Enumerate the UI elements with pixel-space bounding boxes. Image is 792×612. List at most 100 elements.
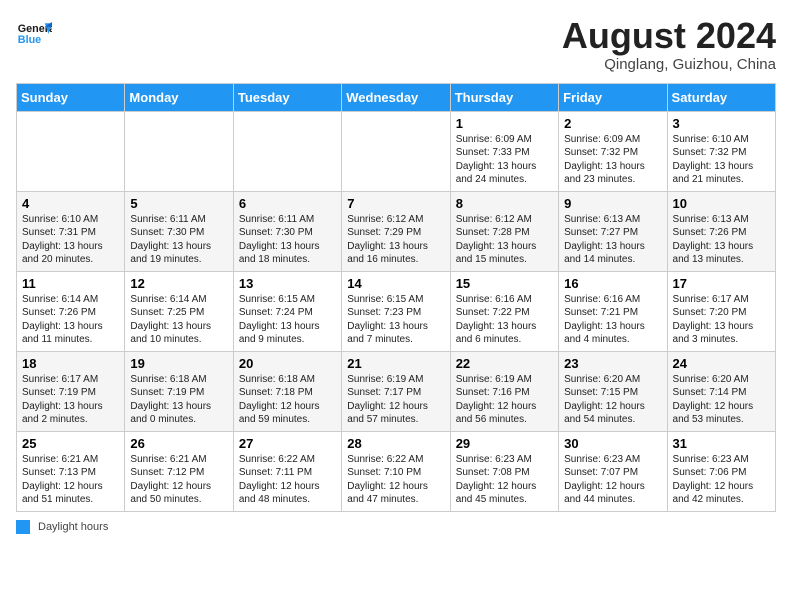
day-info: Sunrise: 6:10 AMSunset: 7:31 PMDaylight:… <box>22 213 119 267</box>
day-number: 26 <box>130 436 227 451</box>
logo-icon: General Blue <box>16 16 52 52</box>
svg-text:Blue: Blue <box>18 34 41 46</box>
day-info: Sunrise: 6:18 AMSunset: 7:19 PMDaylight:… <box>130 373 227 427</box>
day-number: 3 <box>673 116 770 131</box>
calendar-cell: 3 Sunrise: 6:10 AMSunset: 7:32 PMDaylight… <box>667 111 775 191</box>
calendar-cell: 19Sunrise: 6:18 AMSunset: 7:19 PMDayligh… <box>125 351 233 431</box>
calendar-cell: 23 Sunrise: 6:20 AMSunset: 7:15 PMDayligh… <box>559 351 667 431</box>
day-number: 20 <box>239 356 336 371</box>
calendar-cell: 4 Sunrise: 6:10 AMSunset: 7:31 PMDaylight… <box>17 191 125 271</box>
day-number: 21 <box>347 356 444 371</box>
day-number: 28 <box>347 436 444 451</box>
weekday-header-sunday: Sunday <box>17 83 125 111</box>
day-number: 15 <box>456 276 553 291</box>
day-info: Sunrise: 6:22 AMSunset: 7:10 PMDaylight:… <box>347 453 444 507</box>
day-number: 12 <box>130 276 227 291</box>
day-info: Sunrise: 6:18 AMSunset: 7:18 PMDaylight:… <box>239 373 336 427</box>
calendar-week-row: 4 Sunrise: 6:10 AMSunset: 7:31 PMDaylight… <box>17 191 776 271</box>
calendar-cell: 6Sunrise: 6:11 AMSunset: 7:30 PMDaylight… <box>233 191 341 271</box>
calendar-cell: 12Sunrise: 6:14 AMSunset: 7:25 PMDayligh… <box>125 271 233 351</box>
location-subtitle: Qinglang, Guizhou, China <box>562 56 776 73</box>
calendar-cell: 22Sunrise: 6:19 AMSunset: 7:16 PMDayligh… <box>450 351 558 431</box>
day-info: Sunrise: 6:12 AMSunset: 7:29 PMDaylight:… <box>347 213 444 267</box>
day-number: 18 <box>22 356 119 371</box>
day-info: Sunrise: 6:21 AMSunset: 7:12 PMDaylight:… <box>130 453 227 507</box>
calendar-cell: 17 Sunrise: 6:17 AMSunset: 7:20 PMDayligh… <box>667 271 775 351</box>
day-info: Sunrise: 6:15 AMSunset: 7:23 PMDaylight:… <box>347 293 444 347</box>
calendar-cell: 31Sunrise: 6:23 AMSunset: 7:06 PMDayligh… <box>667 431 775 511</box>
logo: General Blue <box>16 16 52 52</box>
day-number: 2 <box>564 116 661 131</box>
day-number: 13 <box>239 276 336 291</box>
calendar-cell: 21Sunrise: 6:19 AMSunset: 7:17 PMDayligh… <box>342 351 450 431</box>
day-number: 31 <box>673 436 770 451</box>
day-number: 25 <box>22 436 119 451</box>
calendar-cell: 1 Sunrise: 6:09 AMSunset: 7:33 PMDaylight… <box>450 111 558 191</box>
day-info: Sunrise: 6:11 AMSunset: 7:30 PMDaylight:… <box>239 213 336 267</box>
day-info: Sunrise: 6:16 AMSunset: 7:21 PMDaylight:… <box>564 293 661 347</box>
day-info: Sunrise: 6:15 AMSunset: 7:24 PMDaylight:… <box>239 293 336 347</box>
calendar-cell: 16 Sunrise: 6:16 AMSunset: 7:21 PMDayligh… <box>559 271 667 351</box>
calendar-cell: 30 Sunrise: 6:23 AMSunset: 7:07 PMDayligh… <box>559 431 667 511</box>
day-number: 24 <box>673 356 770 371</box>
calendar-cell: 10 Sunrise: 6:13 AMSunset: 7:26 PMDayligh… <box>667 191 775 271</box>
weekday-header-tuesday: Tuesday <box>233 83 341 111</box>
day-number: 16 <box>564 276 661 291</box>
month-title: August 2024 <box>562 16 776 56</box>
legend-label: Daylight hours <box>38 521 108 533</box>
day-info: Sunrise: 6:09 AMSunset: 7:33 PMDaylight:… <box>456 133 553 187</box>
day-number: 8 <box>456 196 553 211</box>
day-number: 9 <box>564 196 661 211</box>
calendar-cell <box>342 111 450 191</box>
day-info: Sunrise: 6:13 AMSunset: 7:27 PMDaylight:… <box>564 213 661 267</box>
calendar-table: SundayMondayTuesdayWednesdayThursdayFrid… <box>16 83 776 512</box>
day-number: 17 <box>673 276 770 291</box>
weekday-header-thursday: Thursday <box>450 83 558 111</box>
calendar-cell: 18 Sunrise: 6:17 AMSunset: 7:19 PMDayligh… <box>17 351 125 431</box>
day-info: Sunrise: 6:23 AMSunset: 7:08 PMDaylight:… <box>456 453 553 507</box>
day-info: Sunrise: 6:20 AMSunset: 7:15 PMDaylight:… <box>564 373 661 427</box>
day-info: Sunrise: 6:14 AMSunset: 7:26 PMDaylight:… <box>22 293 119 347</box>
legend: Daylight hours <box>16 520 776 534</box>
day-info: Sunrise: 6:09 AMSunset: 7:32 PMDaylight:… <box>564 133 661 187</box>
day-number: 30 <box>564 436 661 451</box>
day-info: Sunrise: 6:17 AMSunset: 7:19 PMDaylight:… <box>22 373 119 427</box>
calendar-cell: 29 Sunrise: 6:23 AMSunset: 7:08 PMDayligh… <box>450 431 558 511</box>
page-header: General Blue August 2024 Qinglang, Guizh… <box>16 16 776 73</box>
calendar-week-row: 25Sunrise: 6:21 AMSunset: 7:13 PMDayligh… <box>17 431 776 511</box>
day-number: 23 <box>564 356 661 371</box>
calendar-cell: 15 Sunrise: 6:16 AMSunset: 7:22 PMDayligh… <box>450 271 558 351</box>
calendar-cell <box>233 111 341 191</box>
calendar-week-row: 11Sunrise: 6:14 AMSunset: 7:26 PMDayligh… <box>17 271 776 351</box>
day-info: Sunrise: 6:23 AMSunset: 7:07 PMDaylight:… <box>564 453 661 507</box>
calendar-cell: 2 Sunrise: 6:09 AMSunset: 7:32 PMDaylight… <box>559 111 667 191</box>
day-info: Sunrise: 6:10 AMSunset: 7:32 PMDaylight:… <box>673 133 770 187</box>
day-info: Sunrise: 6:13 AMSunset: 7:26 PMDaylight:… <box>673 213 770 267</box>
calendar-cell: 24Sunrise: 6:20 AMSunset: 7:14 PMDayligh… <box>667 351 775 431</box>
day-number: 4 <box>22 196 119 211</box>
day-info: Sunrise: 6:17 AMSunset: 7:20 PMDaylight:… <box>673 293 770 347</box>
day-info: Sunrise: 6:22 AMSunset: 7:11 PMDaylight:… <box>239 453 336 507</box>
weekday-header-saturday: Saturday <box>667 83 775 111</box>
calendar-cell: 20 Sunrise: 6:18 AMSunset: 7:18 PMDayligh… <box>233 351 341 431</box>
calendar-cell: 13 Sunrise: 6:15 AMSunset: 7:24 PMDayligh… <box>233 271 341 351</box>
calendar-cell: 7 Sunrise: 6:12 AMSunset: 7:29 PMDaylight… <box>342 191 450 271</box>
title-area: August 2024 Qinglang, Guizhou, China <box>562 16 776 73</box>
day-number: 29 <box>456 436 553 451</box>
weekday-header-friday: Friday <box>559 83 667 111</box>
day-number: 7 <box>347 196 444 211</box>
calendar-cell: 14Sunrise: 6:15 AMSunset: 7:23 PMDayligh… <box>342 271 450 351</box>
calendar-cell: 9 Sunrise: 6:13 AMSunset: 7:27 PMDaylight… <box>559 191 667 271</box>
day-info: Sunrise: 6:11 AMSunset: 7:30 PMDaylight:… <box>130 213 227 267</box>
day-number: 22 <box>456 356 553 371</box>
weekday-header-row: SundayMondayTuesdayWednesdayThursdayFrid… <box>17 83 776 111</box>
weekday-header-wednesday: Wednesday <box>342 83 450 111</box>
calendar-cell: 5Sunrise: 6:11 AMSunset: 7:30 PMDaylight… <box>125 191 233 271</box>
calendar-cell: 28 Sunrise: 6:22 AMSunset: 7:10 PMDayligh… <box>342 431 450 511</box>
legend-color-box <box>16 520 30 534</box>
day-number: 1 <box>456 116 553 131</box>
day-number: 10 <box>673 196 770 211</box>
calendar-cell: 8Sunrise: 6:12 AMSunset: 7:28 PMDaylight… <box>450 191 558 271</box>
day-info: Sunrise: 6:16 AMSunset: 7:22 PMDaylight:… <box>456 293 553 347</box>
day-number: 27 <box>239 436 336 451</box>
